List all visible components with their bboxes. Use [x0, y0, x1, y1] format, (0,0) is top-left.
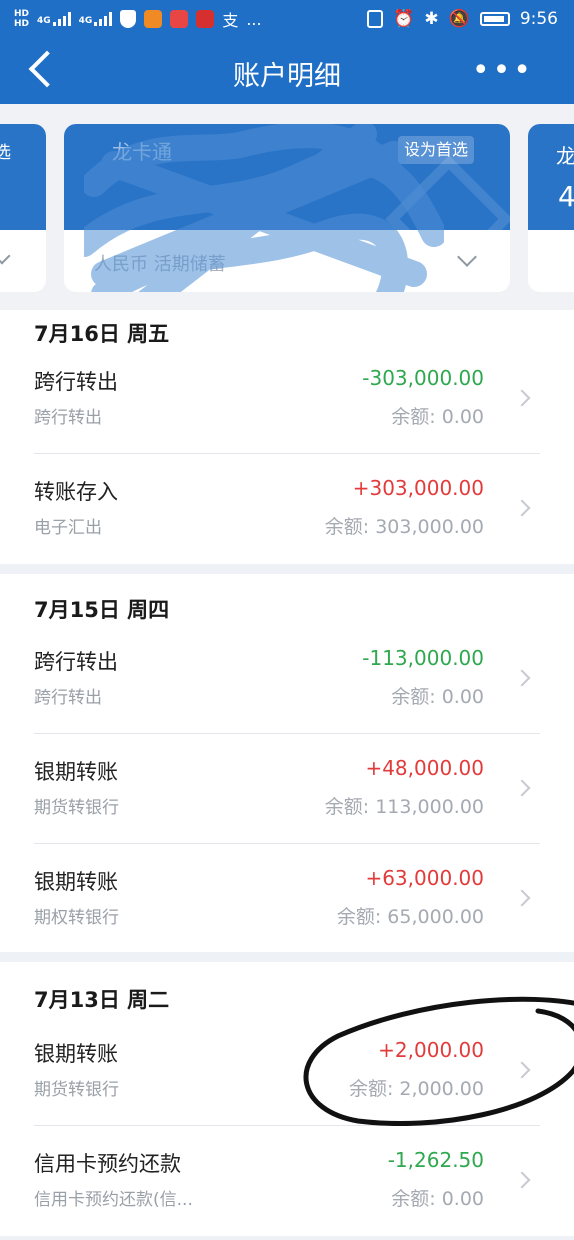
app-notification-icon-3	[196, 10, 215, 28]
chevron-right-icon	[513, 389, 531, 407]
battery-icon	[479, 12, 510, 26]
app-notification-icon	[144, 10, 163, 28]
transaction-row[interactable]: 跨行转出 跨行转出 -113,000.00 余额: 0.00	[0, 624, 574, 734]
transaction-balance: 余额: 303,000.00	[324, 516, 484, 538]
chevron-right-icon	[513, 1171, 531, 1189]
transaction-desc: 期权转银行	[34, 908, 119, 928]
chevron-right-icon	[513, 669, 531, 687]
account-card[interactable]: 龙卡通 设为首选 人民币 活期储蓄	[64, 124, 510, 292]
transaction-balance: 余额: 0.00	[391, 1188, 484, 1210]
transaction-amount: -113,000.00	[362, 646, 484, 670]
next-card-number: 4	[558, 180, 574, 213]
transaction-desc: 电子汇出	[34, 518, 102, 538]
transaction-row[interactable]: 银期转账 期权转银行 +63,000.00 余额: 65,000.00	[0, 844, 574, 954]
transaction-type: 跨行转出	[34, 650, 118, 674]
date-section: 7月13日 周二 银期转账 期货转银行 +2,000.00 余额: 2,000.…	[0, 962, 574, 1236]
signal-icon: 4G	[37, 12, 71, 26]
next-account-card[interactable]: 龙 4	[528, 124, 574, 292]
nav-bar: 账户明细 •••	[0, 38, 574, 104]
transaction-row[interactable]: 跨行转出 跨行转出 -303,000.00 余额: 0.00	[0, 344, 574, 454]
transaction-balance: 余额: 2,000.00	[348, 1078, 484, 1100]
transaction-amount: +63,000.00	[365, 866, 484, 890]
prev-card-chevron-icon	[0, 247, 11, 265]
section-date: 7月13日 周二	[34, 988, 170, 1012]
transaction-balance: 余额: 65,000.00	[336, 906, 484, 928]
transaction-amount: +303,000.00	[352, 476, 484, 500]
app-notification-icon-2	[170, 10, 189, 28]
transaction-desc: 跨行转出	[34, 408, 102, 428]
next-card-title: 龙	[556, 144, 574, 168]
transaction-type: 银期转账	[34, 1042, 118, 1066]
more-notifications: ...	[246, 9, 262, 29]
status-bar: HD HD 4G 4G 支 ... ⏰ ✱ 🔕 9:56	[0, 0, 574, 38]
transaction-balance: 余额: 113,000.00	[324, 796, 484, 818]
transaction-type: 信用卡预约还款	[34, 1152, 181, 1176]
account-card-carousel[interactable]: 选 龙卡通 设为首选 人民币 活期储蓄 龙 4	[0, 104, 574, 310]
signal-icon-2: 4G	[79, 12, 113, 26]
alipay-icon: 支	[222, 11, 239, 30]
prev-account-card[interactable]: 选	[0, 124, 46, 292]
shield-icon	[120, 10, 137, 28]
bluetooth-icon: ✱	[424, 9, 439, 29]
date-section: 7月16日 周五 跨行转出 跨行转出 -303,000.00 余额: 0.00 …	[0, 310, 574, 564]
more-icon[interactable]: •••	[472, 56, 534, 86]
section-date: 7月15日 周四	[34, 598, 170, 622]
transaction-desc: 期货转银行	[34, 798, 119, 818]
transaction-row[interactable]: 银期转账 期货转银行 +2,000.00 余额: 2,000.00	[0, 1016, 574, 1126]
status-bar-left: HD HD 4G 4G 支 ...	[14, 6, 262, 32]
transaction-amount: +2,000.00	[378, 1038, 484, 1062]
transaction-desc: 跨行转出	[34, 688, 102, 708]
status-bar-right: ⏰ ✱ 🔕 9:56	[367, 6, 558, 32]
transaction-row[interactable]: 信用卡预约还款 信用卡预约还款(信... -1,262.50 余额: 0.00	[0, 1126, 574, 1236]
transaction-row[interactable]: 转账存入 电子汇出 +303,000.00 余额: 303,000.00	[0, 454, 574, 564]
transaction-amount: +48,000.00	[365, 756, 484, 780]
chevron-right-icon	[513, 499, 531, 517]
transaction-desc: 信用卡预约还款(信...	[34, 1190, 193, 1210]
chevron-right-icon	[513, 779, 531, 797]
transaction-amount: -1,262.50	[387, 1148, 484, 1172]
transaction-type: 转账存入	[34, 480, 118, 504]
chevron-right-icon	[513, 889, 531, 907]
transaction-type: 银期转账	[34, 760, 118, 784]
transaction-desc: 期货转银行	[34, 1080, 119, 1100]
mute-icon: 🔕	[448, 9, 470, 29]
transaction-row[interactable]: 银期转账 期货转银行 +48,000.00 余额: 113,000.00	[0, 734, 574, 844]
clock: 9:56	[519, 9, 558, 29]
nfc-icon	[367, 10, 384, 28]
prev-card-text: 选	[0, 143, 11, 163]
transaction-balance: 余额: 0.00	[391, 406, 484, 428]
transaction-type: 银期转账	[34, 870, 118, 894]
transaction-balance: 余额: 0.00	[391, 686, 484, 708]
transaction-type: 跨行转出	[34, 370, 118, 394]
hd-indicators: HD HD	[14, 9, 30, 29]
transaction-amount: -303,000.00	[362, 366, 484, 390]
chevron-right-icon	[513, 1061, 531, 1079]
privacy-scribble	[84, 124, 444, 292]
alarm-icon: ⏰	[393, 9, 415, 29]
date-section: 7月15日 周四 跨行转出 跨行转出 -113,000.00 余额: 0.00 …	[0, 574, 574, 952]
